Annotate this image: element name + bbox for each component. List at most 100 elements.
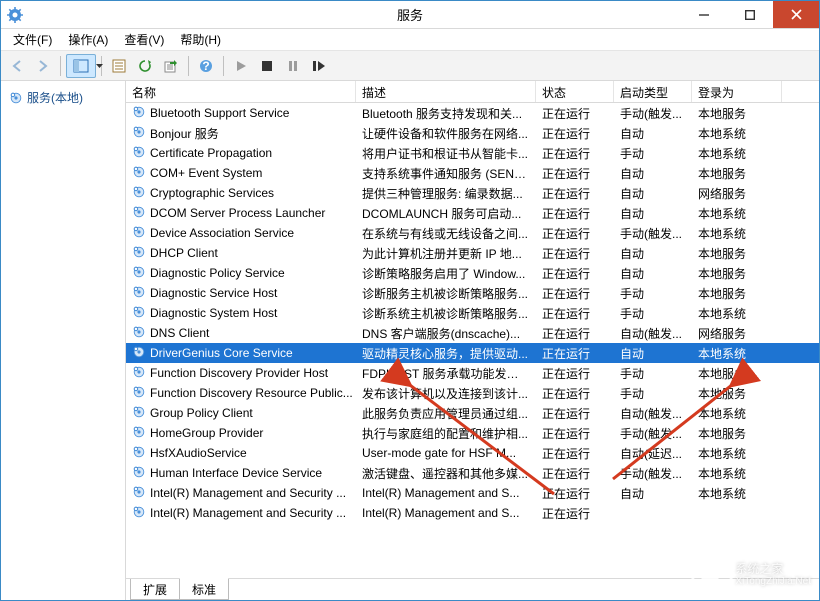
cell-status: 正在运行: [536, 405, 614, 422]
services-icon: [9, 91, 23, 105]
service-name: Intel(R) Management and Security ...: [150, 506, 346, 520]
table-row[interactable]: DriverGenius Core Service驱动精灵核心服务，提供驱动..…: [126, 343, 819, 363]
menu-action[interactable]: 操作(A): [60, 29, 116, 50]
cell-status: 正在运行: [536, 185, 614, 202]
service-name: Cryptographic Services: [150, 186, 274, 200]
cell-startup: 手动: [614, 385, 692, 402]
table-row[interactable]: Diagnostic Policy Service诊断策略服务启用了 Windo…: [126, 263, 819, 283]
table-row[interactable]: DHCP Client为此计算机注册并更新 IP 地...正在运行自动本地服务: [126, 243, 819, 263]
cell-login: 本地系统: [692, 125, 782, 142]
table-row[interactable]: Diagnostic Service Host诊断服务主机被诊断策略服务...正…: [126, 283, 819, 303]
properties-button[interactable]: [107, 54, 131, 78]
list-header: 名称 描述 状态 启动类型 登录为: [126, 81, 819, 103]
table-row[interactable]: Group Policy Client此服务负责应用管理员通过组...正在运行自…: [126, 403, 819, 423]
cell-desc: Bluetooth 服务支持发现和关...: [356, 105, 536, 122]
table-row[interactable]: HomeGroup Provider执行与家庭组的配置和维护相...正在运行手动…: [126, 423, 819, 443]
table-row[interactable]: Certificate Propagation将用户证书和根证书从智能卡...正…: [126, 143, 819, 163]
menu-view[interactable]: 查看(V): [116, 29, 172, 50]
cell-status: 正在运行: [536, 205, 614, 222]
tab-standard[interactable]: 标准: [179, 578, 229, 600]
cell-status: 正在运行: [536, 325, 614, 342]
service-name: Device Association Service: [150, 226, 294, 240]
col-header-desc[interactable]: 描述: [356, 81, 536, 102]
table-row[interactable]: DNS ClientDNS 客户端服务(dnscache)...正在运行自动(触…: [126, 323, 819, 343]
titlebar: 服务: [1, 1, 819, 29]
help-button[interactable]: ?: [194, 54, 218, 78]
cell-status: 正在运行: [536, 105, 614, 122]
toolbar: ?: [1, 51, 819, 81]
cell-login: 本地服务: [692, 265, 782, 282]
col-header-startup[interactable]: 启动类型: [614, 81, 692, 102]
service-gear-icon: [132, 465, 146, 482]
cell-login: 本地服务: [692, 285, 782, 302]
export-list-button[interactable]: [159, 54, 183, 78]
cell-name: Device Association Service: [126, 225, 356, 242]
close-button[interactable]: [773, 1, 819, 28]
maximize-button[interactable]: [727, 1, 773, 28]
service-name: Certificate Propagation: [150, 146, 272, 160]
table-row[interactable]: Intel(R) Management and Security ...Inte…: [126, 483, 819, 503]
menu-help[interactable]: 帮助(H): [172, 29, 229, 50]
service-name: DriverGenius Core Service: [150, 346, 293, 360]
cell-login: 本地系统: [692, 305, 782, 322]
list-body[interactable]: Bluetooth Support ServiceBluetooth 服务支持发…: [126, 103, 819, 578]
cell-login: 本地服务: [692, 365, 782, 382]
cell-status: 正在运行: [536, 485, 614, 502]
table-row[interactable]: COM+ Event System支持系统事件通知服务 (SENS...正在运行…: [126, 163, 819, 183]
table-row[interactable]: HsfXAudioServiceUser-mode gate for HSF M…: [126, 443, 819, 463]
service-name: DNS Client: [150, 326, 209, 340]
refresh-button[interactable]: [133, 54, 157, 78]
cell-login: 本地系统: [692, 345, 782, 362]
cell-login: 本地系统: [692, 465, 782, 482]
tab-extended[interactable]: 扩展: [130, 579, 180, 600]
menu-file[interactable]: 文件(F): [5, 29, 60, 50]
service-gear-icon: [132, 365, 146, 382]
service-gear-icon: [132, 105, 146, 122]
service-gear-icon: [132, 485, 146, 502]
service-gear-icon: [132, 125, 146, 142]
table-row[interactable]: Diagnostic System Host诊断系统主机被诊断策略服务...正在…: [126, 303, 819, 323]
cell-name: HomeGroup Provider: [126, 425, 356, 442]
service-name: DCOM Server Process Launcher: [150, 206, 325, 220]
service-name: Diagnostic Policy Service: [150, 266, 285, 280]
cell-login: 本地系统: [692, 145, 782, 162]
cell-startup: 自动: [614, 265, 692, 282]
col-header-name[interactable]: 名称: [126, 81, 356, 102]
table-row[interactable]: DCOM Server Process Launcher DCOMLAUNCH 服…: [126, 203, 819, 223]
service-gear-icon: [132, 265, 146, 282]
toolbar-separator: [188, 56, 189, 76]
tree-root-services[interactable]: 服务(本地): [5, 87, 121, 108]
table-row[interactable]: Bonjour 服务让硬件设备和软件服务在网络...正在运行自动本地系统: [126, 123, 819, 143]
table-row[interactable]: Bluetooth Support ServiceBluetooth 服务支持发…: [126, 103, 819, 123]
cell-login: 本地服务: [692, 385, 782, 402]
table-row[interactable]: Human Interface Device Service激活键盘、遥控器和其…: [126, 463, 819, 483]
cell-name: DCOM Server Process Launcher: [126, 205, 356, 222]
cell-desc: 发布该计算机以及连接到该计...: [356, 385, 536, 402]
cell-desc: 诊断服务主机被诊断策略服务...: [356, 285, 536, 302]
minimize-button[interactable]: [681, 1, 727, 28]
table-row[interactable]: Function Discovery Resource Public...发布该…: [126, 383, 819, 403]
table-row[interactable]: Intel(R) Management and Security ...Inte…: [126, 503, 819, 523]
col-header-login[interactable]: 登录为: [692, 81, 782, 102]
col-header-status[interactable]: 状态: [536, 81, 614, 102]
service-gear-icon: [132, 305, 146, 322]
cell-name: Diagnostic Policy Service: [126, 265, 356, 282]
service-gear-icon: [132, 245, 146, 262]
stop-service-button[interactable]: [255, 54, 279, 78]
service-gear-icon: [132, 405, 146, 422]
cell-desc: DCOMLAUNCH 服务可启动...: [356, 205, 536, 222]
cell-status: 正在运行: [536, 365, 614, 382]
table-row[interactable]: Device Association Service在系统与有线或无线设备之间.…: [126, 223, 819, 243]
service-name: Diagnostic Service Host: [150, 286, 277, 300]
content-area: 服务(本地) 名称 描述 状态 启动类型 登录为 Bluetooth Suppo…: [1, 81, 819, 600]
table-row[interactable]: Cryptographic Services提供三种管理服务: 编录数据...正…: [126, 183, 819, 203]
show-hide-tree-button[interactable]: [66, 54, 96, 78]
cell-name: Certificate Propagation: [126, 145, 356, 162]
table-row[interactable]: Function Discovery Provider HostFDPHOST …: [126, 363, 819, 383]
cell-status: 正在运行: [536, 425, 614, 442]
service-gear-icon: [132, 385, 146, 402]
cell-desc: Intel(R) Management and S...: [356, 486, 536, 500]
restart-service-button[interactable]: [307, 54, 331, 78]
service-gear-icon: [132, 445, 146, 462]
cell-login: 网络服务: [692, 185, 782, 202]
